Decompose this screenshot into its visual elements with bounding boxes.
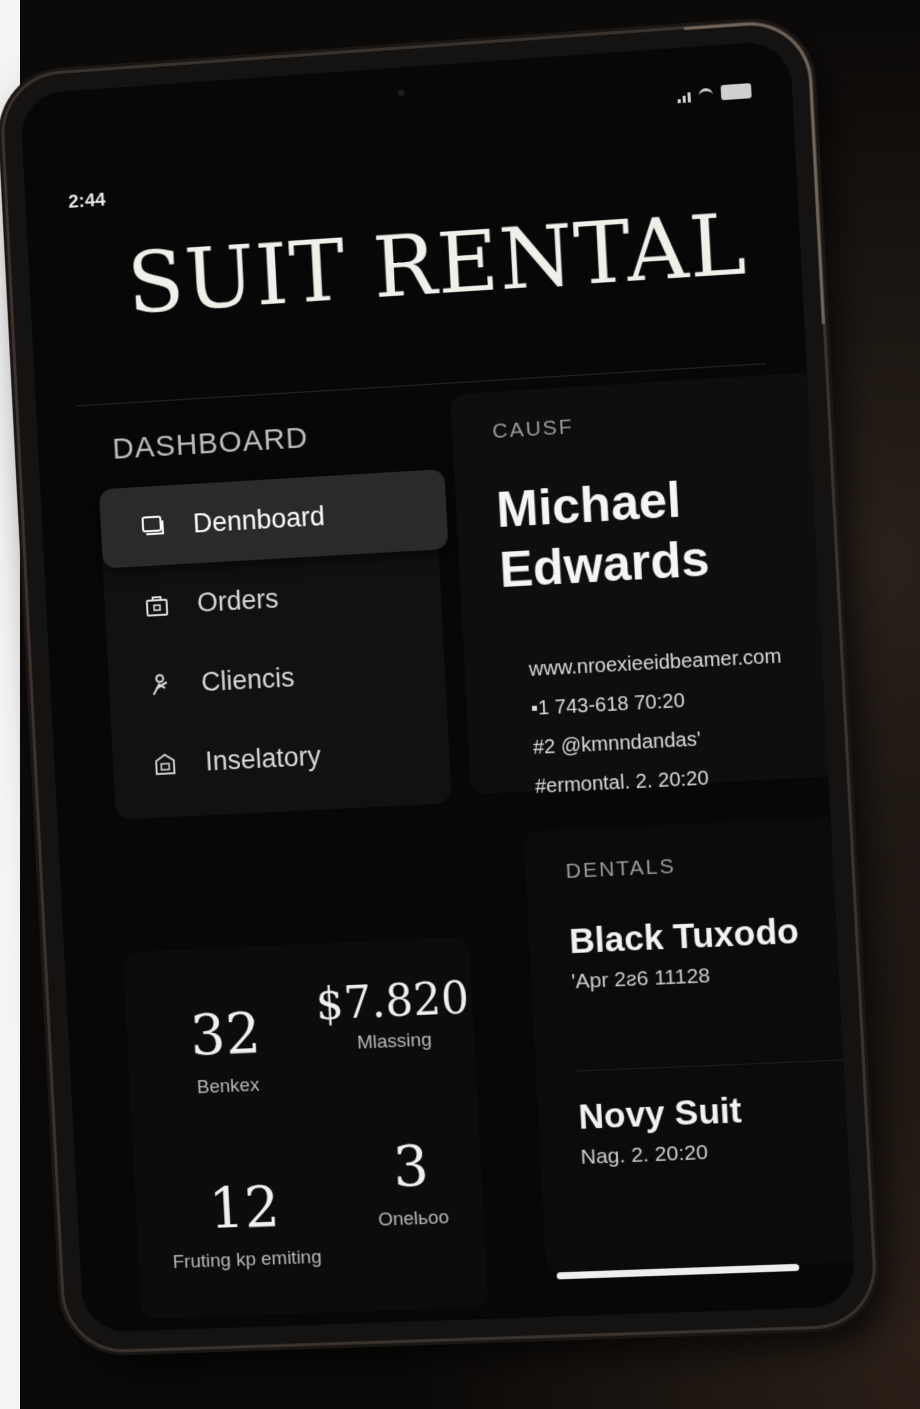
wifi-icon bbox=[698, 87, 714, 102]
inventory-icon bbox=[150, 748, 181, 779]
nav-menu: Dennboard Orders Cliencis Inselatory bbox=[98, 469, 452, 820]
stat-label: Benkex bbox=[196, 1074, 260, 1099]
stat-tile: 12 Fruting kp emiting bbox=[164, 1174, 326, 1275]
rental-item[interactable]: Black Tuxodo 'Apr 2ƨ6 11128 bbox=[568, 909, 856, 995]
rentals-card: DENTALS Black Tuxodo 'Apr 2ƨ6 11128 Novy… bbox=[523, 815, 857, 1273]
clients-icon bbox=[146, 669, 177, 700]
stat-value: $7.820 bbox=[314, 972, 471, 1031]
rental-date: Nag. 2. 20:20 bbox=[580, 1140, 709, 1169]
sidebar-item-label: Inselatory bbox=[204, 740, 322, 777]
status-icons bbox=[677, 83, 752, 104]
customer-card[interactable]: CAUSF Michael Edwards www.nroexieeidbeam… bbox=[450, 371, 855, 798]
customer-name: Michael Edwards bbox=[495, 471, 711, 599]
customer-info: www.nroexieeidbeamer.com ▪1 743-618 70:2… bbox=[528, 634, 856, 808]
sidebar-item-inventory[interactable]: Inselatory bbox=[111, 709, 451, 806]
camera-dot bbox=[397, 89, 405, 97]
stats-card: 32 Benkex $7.820 Mlassing 12 Fruting kp … bbox=[122, 936, 489, 1319]
tablet-screen: 2:44 SUIT RENTAL DASHBOARD Dennboard Ord… bbox=[19, 39, 857, 1333]
sidebar-heading: DASHBOARD bbox=[111, 421, 310, 466]
stat-value: 32 bbox=[188, 1001, 263, 1069]
rentals-section-label: DENTALS bbox=[565, 854, 677, 884]
sidebar-item-label: Dennboard bbox=[192, 500, 326, 539]
rental-item[interactable]: Novy Suit Nag. 2. 20:20 bbox=[576, 1058, 857, 1170]
rental-date: 'Apr 2ƨ6 11128 bbox=[570, 964, 711, 994]
app-title: SUIT RENTAL bbox=[124, 194, 750, 333]
sidebar-item-label: Orders bbox=[196, 583, 280, 618]
stat-label: Onelьoo bbox=[377, 1207, 450, 1231]
stat-tile: 32 Benkex bbox=[146, 1001, 308, 1102]
stat-label: Mlassing bbox=[356, 1029, 433, 1054]
customer-section-label: CAUSF bbox=[491, 415, 575, 444]
stat-tile: $7.820 Mlassing bbox=[312, 972, 475, 1057]
status-time: 2:44 bbox=[67, 189, 107, 213]
stat-tile: 3 Onelьoo bbox=[330, 1133, 494, 1234]
orders-icon bbox=[141, 590, 172, 621]
sidebar-item-label: Cliencis bbox=[200, 661, 296, 697]
stat-value: 12 bbox=[207, 1174, 282, 1242]
rental-name: Black Tuxodo bbox=[568, 911, 800, 962]
dashboard-icon bbox=[137, 510, 168, 541]
rental-name: Novy Suit bbox=[577, 1091, 743, 1137]
sidebar: DASHBOARD Dennboard Orders Cliencis Inse… bbox=[96, 414, 452, 820]
signal-icon bbox=[677, 92, 691, 104]
battery-icon bbox=[720, 83, 752, 101]
stat-value: 3 bbox=[391, 1133, 431, 1201]
stat-label: Fruting kp emiting bbox=[172, 1246, 323, 1274]
tablet-device: 2:44 SUIT RENTAL DASHBOARD Dennboard Ord… bbox=[1, 20, 876, 1352]
